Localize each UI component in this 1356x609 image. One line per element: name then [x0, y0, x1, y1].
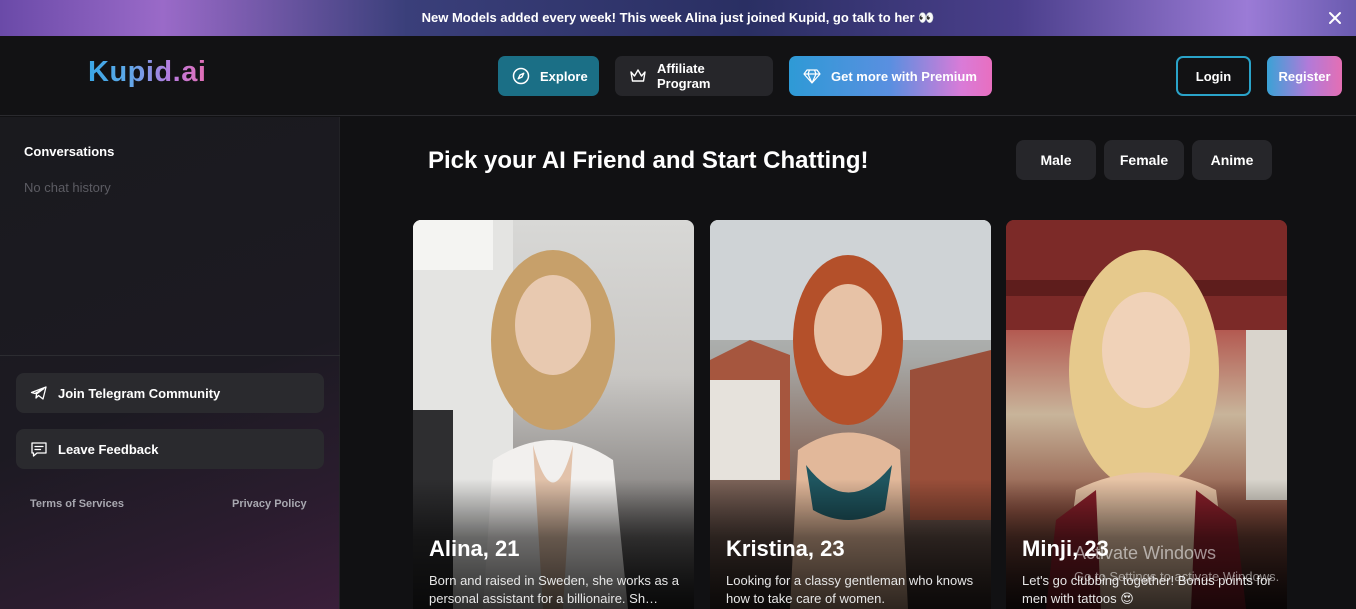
- affiliate-label: Affiliate Program: [657, 61, 711, 91]
- feedback-label: Leave Feedback: [58, 441, 159, 457]
- activate-windows-subtitle: Go to Settings to activate Windows.: [1074, 569, 1280, 584]
- crown-icon: [630, 69, 646, 82]
- affiliate-program-button[interactable]: Affiliate Program: [615, 56, 773, 96]
- privacy-link[interactable]: Privacy Policy: [232, 498, 307, 510]
- sidebar-divider: [0, 355, 340, 356]
- card-description: Born and raised in Sweden, she works as …: [429, 573, 680, 606]
- telegram-label: Join Telegram Community: [58, 385, 221, 401]
- conversations-heading: Conversations: [24, 144, 115, 159]
- compass-icon: [512, 67, 530, 85]
- login-button[interactable]: Login: [1176, 56, 1251, 96]
- premium-label: Get more with Premium: [831, 68, 977, 84]
- banner-text: New Models added every week! This week A…: [421, 10, 935, 25]
- announcement-banner: New Models added every week! This week A…: [0, 0, 1356, 36]
- activate-windows-watermark: Activate Windows: [1074, 543, 1217, 563]
- join-telegram-button[interactable]: Join Telegram Community: [16, 373, 324, 413]
- close-icon[interactable]: [1326, 9, 1344, 27]
- filter-female-button[interactable]: Female: [1104, 140, 1184, 180]
- filter-anime-button[interactable]: Anime: [1192, 140, 1272, 180]
- card-name: Alina, 21: [429, 536, 520, 561]
- leave-feedback-button[interactable]: Leave Feedback: [16, 429, 324, 469]
- explore-label: Explore: [540, 68, 588, 84]
- diamond-icon: [803, 69, 821, 84]
- premium-button[interactable]: Get more with Premium: [789, 56, 992, 96]
- explore-button[interactable]: Explore: [498, 56, 599, 96]
- register-button[interactable]: Register: [1267, 56, 1342, 96]
- card-description: Looking for a classy gentleman who knows…: [726, 573, 974, 606]
- feedback-icon: [31, 441, 47, 457]
- character-card[interactable]: Alina, 21 Born and raised in Sweden, she…: [413, 220, 694, 609]
- telegram-icon: [30, 386, 47, 400]
- filter-male-button[interactable]: Male: [1016, 140, 1096, 180]
- no-chat-history-text: No chat history: [24, 180, 111, 195]
- card-name: Kristina, 23: [726, 536, 845, 561]
- page-title: Pick your AI Friend and Start Chatting!: [428, 147, 869, 174]
- top-header: Kupid.ai Explore Affiliate Program Get m…: [0, 36, 1356, 116]
- character-card[interactable]: Kristina, 23 Looking for a classy gentle…: [710, 220, 991, 609]
- terms-link[interactable]: Terms of Services: [30, 498, 124, 510]
- logo[interactable]: Kupid.ai: [88, 56, 206, 89]
- sidebar: Conversations No chat history Join Teleg…: [0, 117, 340, 609]
